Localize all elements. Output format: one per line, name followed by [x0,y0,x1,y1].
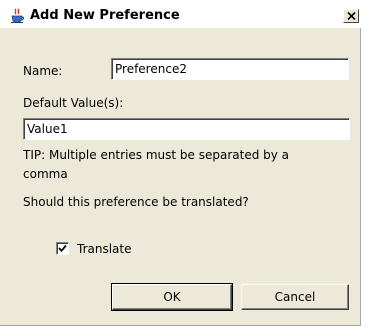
translate-checkbox[interactable] [56,242,69,255]
checkmark-icon [58,244,67,253]
translate-label[interactable]: Translate [77,242,132,256]
title-bar[interactable]: Add New Preference [0,0,362,28]
cancel-button[interactable]: Cancel [241,284,349,310]
name-input[interactable] [115,61,345,77]
close-button[interactable] [343,9,359,23]
dialog-title: Add New Preference [30,8,180,23]
translate-question: Should this preference be translated? [23,195,249,209]
default-values-label: Default Value(s): [23,96,124,110]
name-label: Name: [23,64,63,78]
tip-text-line1: TIP: Multiple entries must be separated … [23,148,290,162]
name-field[interactable] [111,58,349,80]
ok-button[interactable]: OK [111,283,233,311]
default-values-field[interactable] [23,118,350,140]
java-cup-icon [10,8,26,24]
tip-text-line2: comma [23,167,68,181]
default-values-input[interactable] [27,121,346,137]
add-new-preference-dialog: Add New Preference Name: Default Value(s… [0,0,362,326]
close-icon [347,12,356,20]
